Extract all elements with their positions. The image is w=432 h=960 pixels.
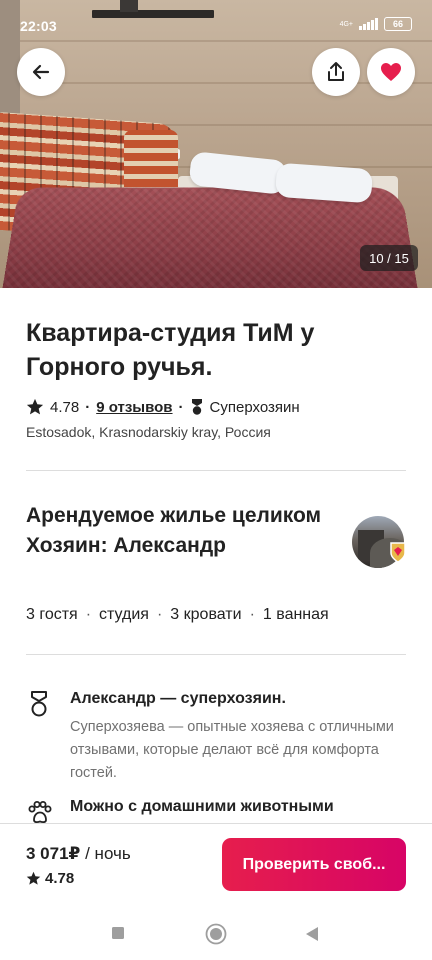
superhost-avatar-badge-icon — [390, 542, 406, 563]
star-icon — [26, 871, 41, 885]
status-bar: 22:03 4G+ 66 — [0, 0, 432, 40]
listing-facts: 3 гостя · студия · 3 кровати · 1 ванная — [26, 606, 329, 623]
reviews-link[interactable]: 9 отзывов — [96, 399, 172, 416]
share-button[interactable] — [312, 48, 360, 96]
status-time: 22:03 — [20, 18, 57, 34]
bottom-rating: 4.78 — [26, 870, 74, 887]
feature-title: Александр — суперхозяин. — [70, 690, 286, 707]
price: 3 071₽ / ночь — [26, 844, 131, 864]
location-text[interactable]: Estosadok, Krasnodarskiy kray, Россия — [26, 424, 406, 440]
fact-guests: 3 гостя — [26, 606, 78, 623]
listing-title: Квартира-студия ТиМ у Горного ручья. — [26, 319, 315, 381]
listing-photo[interactable]: 10 / 15 — [0, 0, 432, 288]
price-value: 3 071₽ — [26, 844, 81, 863]
recents-icon[interactable] — [111, 926, 125, 940]
back-button[interactable] — [17, 48, 65, 96]
superhost-label: Суперхозяин — [209, 398, 300, 416]
host-heading: Арендуемое жилье целиком Хозяин: Алексан… — [26, 504, 322, 557]
superhost-badge-icon — [191, 399, 202, 415]
fact-type: студия — [99, 606, 149, 623]
divider — [26, 654, 406, 655]
system-nav-bar — [0, 910, 432, 960]
separator-dot: · — [85, 398, 91, 416]
fact-beds: 3 кровати — [170, 606, 242, 623]
back-nav-icon[interactable] — [305, 926, 319, 942]
rating-line: 4.78 · 9 отзывов · Суперхозяин — [26, 398, 406, 416]
divider — [26, 470, 406, 471]
bottom-rating-value: 4.78 — [45, 870, 75, 887]
home-icon[interactable] — [205, 923, 227, 945]
favorite-button[interactable] — [367, 48, 415, 96]
photo-counter: 10 / 15 — [360, 245, 418, 271]
check-availability-button[interactable]: Проверить своб... — [222, 838, 406, 891]
battery-icon: 66 — [384, 17, 412, 31]
arrow-left-icon — [32, 64, 50, 80]
price-unit: / ночь — [85, 844, 131, 863]
network-indicator: 4G+ — [339, 20, 353, 28]
booking-bar: 3 071₽ / ночь 4.78 Проверить своб... — [0, 823, 432, 909]
signal-icon — [359, 18, 378, 30]
feature-title: Можно с домашними животными — [70, 798, 334, 815]
fact-bathrooms: 1 ванная — [262, 606, 329, 623]
share-icon — [328, 62, 344, 81]
separator-dot: · — [178, 398, 184, 416]
rating-value: 4.78 — [50, 398, 80, 416]
medal-icon — [31, 691, 47, 717]
heart-icon — [381, 63, 401, 81]
star-icon — [26, 398, 44, 415]
feature-description: Суперхозяева — опытные хозяева с отличны… — [70, 719, 394, 781]
